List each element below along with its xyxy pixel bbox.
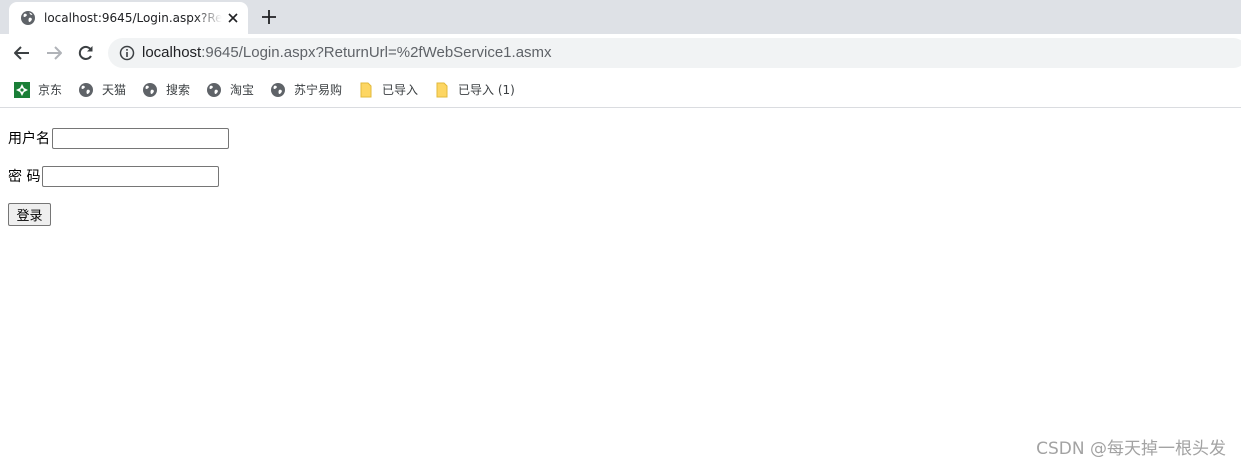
bookmark-search[interactable]: 搜索 bbox=[142, 81, 190, 99]
globe-icon bbox=[271, 83, 285, 97]
address-bar[interactable]: localhost:9645/Login.aspx?ReturnUrl=%2fW… bbox=[108, 38, 1241, 68]
folder-icon bbox=[436, 82, 448, 98]
password-label: 密 码 bbox=[8, 168, 41, 185]
info-icon[interactable] bbox=[119, 45, 135, 61]
bookmark-label: 苏宁易购 bbox=[294, 83, 343, 97]
username-input[interactable] bbox=[52, 128, 229, 149]
bookmark-label: 京东 bbox=[38, 83, 63, 97]
tab-title: localhost:9645/Login.aspx?ReturnUrl=%2fW… bbox=[44, 11, 222, 25]
password-row: 密 码 bbox=[8, 166, 220, 187]
globe-icon bbox=[79, 83, 93, 97]
url-text[interactable]: localhost:9645/Login.aspx?ReturnUrl=%2fW… bbox=[142, 44, 552, 62]
globe-icon bbox=[207, 83, 221, 97]
folder-icon bbox=[360, 82, 372, 98]
bookmark-tmall[interactable]: 天猫 bbox=[78, 81, 126, 99]
url-host: localhost bbox=[142, 44, 202, 61]
bookmarks-bar: 京东 天猫 搜索 淘宝 苏宁易购 已导入 已导入 (1) bbox=[0, 72, 1241, 108]
bookmark-suning[interactable]: 苏宁易购 bbox=[270, 81, 342, 99]
globe-icon bbox=[21, 11, 35, 25]
jd-favicon-icon bbox=[14, 82, 30, 98]
page-content: 用户名 密 码 登录 bbox=[0, 109, 1241, 466]
new-tab-icon[interactable] bbox=[259, 7, 279, 27]
bookmark-label: 已导入 (1) bbox=[458, 83, 515, 97]
bookmark-label: 淘宝 bbox=[230, 83, 255, 97]
bookmark-label: 搜索 bbox=[166, 83, 191, 97]
reload-icon[interactable] bbox=[76, 43, 96, 63]
forward-arrow-icon[interactable] bbox=[44, 43, 64, 63]
close-icon[interactable] bbox=[226, 11, 240, 25]
bookmark-folder-imported[interactable]: 已导入 bbox=[358, 81, 418, 99]
username-row: 用户名 bbox=[8, 128, 229, 149]
bookmark-taobao[interactable]: 淘宝 bbox=[206, 81, 254, 99]
bookmark-folder-imported-1[interactable]: 已导入 (1) bbox=[434, 81, 515, 99]
browser-toolbar: localhost:9645/Login.aspx?ReturnUrl=%2fW… bbox=[0, 34, 1241, 72]
login-button[interactable]: 登录 bbox=[8, 203, 51, 226]
browser-tab[interactable]: localhost:9645/Login.aspx?ReturnUrl=%2fW… bbox=[9, 2, 248, 34]
url-path: :9645/Login.aspx?ReturnUrl=%2fWebService… bbox=[201, 44, 552, 61]
watermark: CSDN @每天掉一根头发 bbox=[1036, 439, 1226, 459]
password-input[interactable] bbox=[42, 166, 220, 187]
bookmark-jd[interactable]: 京东 bbox=[14, 81, 62, 99]
globe-icon bbox=[143, 83, 157, 97]
back-arrow-icon[interactable] bbox=[12, 43, 32, 63]
bookmark-label: 天猫 bbox=[102, 83, 127, 97]
tab-strip: localhost:9645/Login.aspx?ReturnUrl=%2fW… bbox=[0, 0, 1241, 34]
bookmark-label: 已导入 bbox=[382, 83, 419, 97]
username-label: 用户名 bbox=[8, 130, 50, 147]
